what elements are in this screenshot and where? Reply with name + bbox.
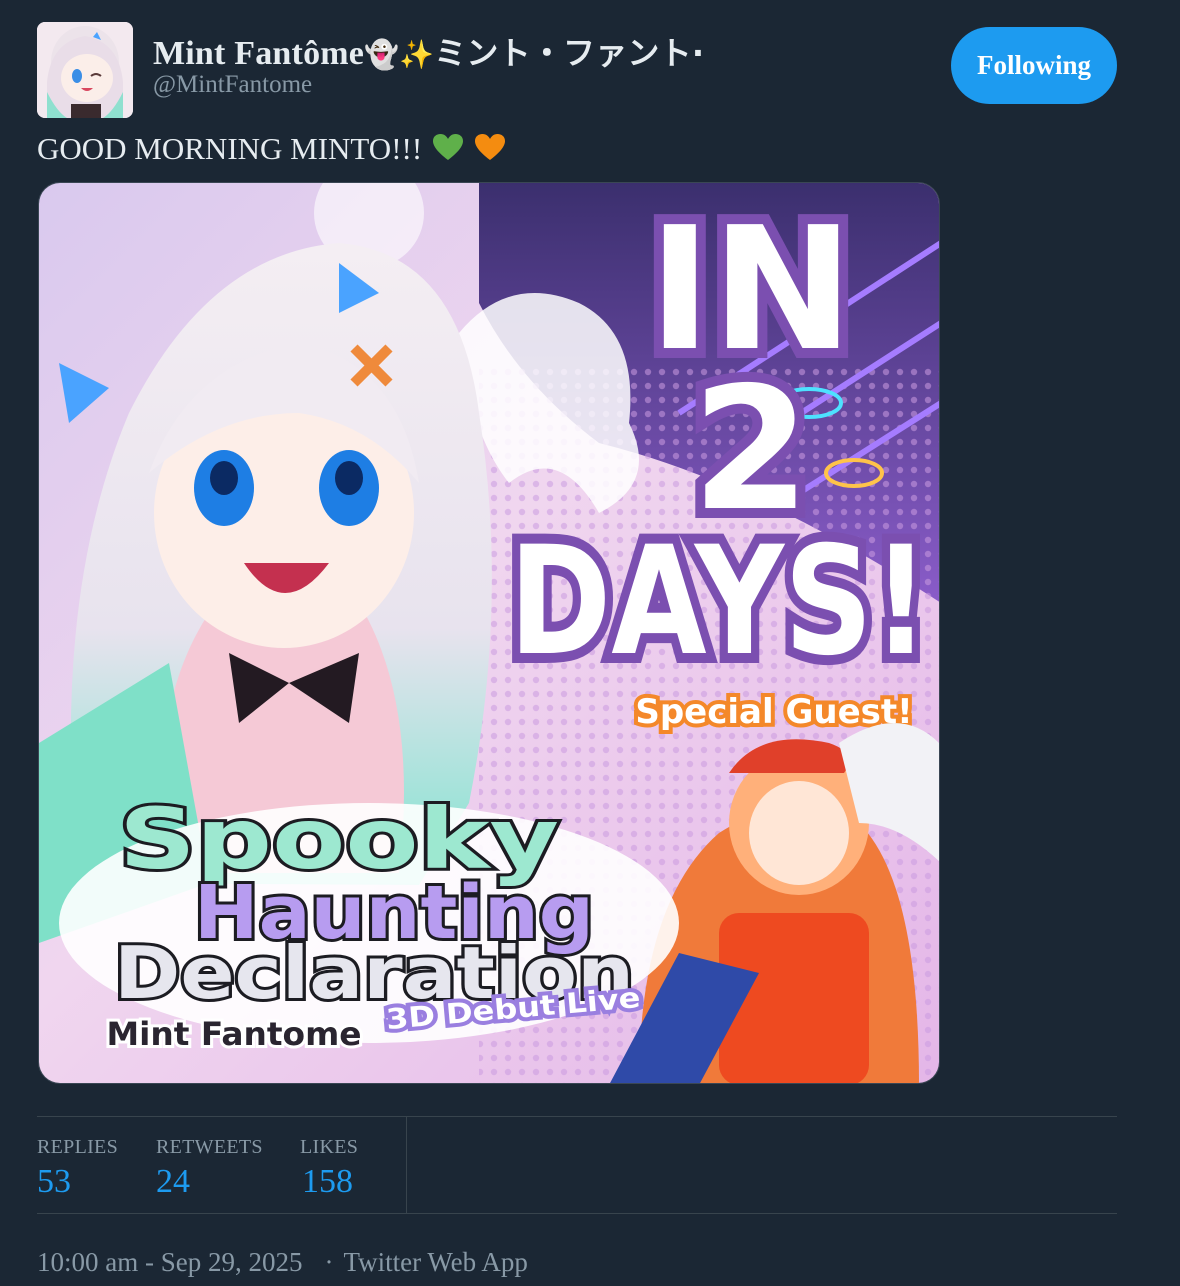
stats-bottom-divider: [37, 1213, 1117, 1214]
following-button[interactable]: Following: [951, 27, 1117, 104]
tweet-source[interactable]: Twitter Web App: [343, 1247, 527, 1277]
stats-vertical-divider: [406, 1117, 407, 1213]
display-name-text: Mint Fantôme: [153, 35, 365, 72]
likes-label: LIKES: [300, 1136, 359, 1158]
retweets-label: RETWEETS: [156, 1136, 263, 1158]
green-heart-icon: [432, 133, 464, 169]
tweet-text: GOOD MORNING MINTO!!!: [37, 131, 506, 169]
special-guest-label: Special Guest!: [635, 692, 912, 732]
replies-label: REPLIES: [37, 1136, 118, 1158]
tweet-media-image[interactable]: IN 2 DAYS! Special Guest! Spooky Hauntin…: [38, 182, 940, 1084]
avatar[interactable]: [37, 22, 133, 118]
tweet-text-body: GOOD MORNING MINTO!!!: [37, 131, 423, 166]
tweet-meta: 10:00 am - Sep 29, 2025 · Twitter Web App: [37, 1247, 528, 1278]
tweet-card: Mint Fantôme👻✨ミント・ファント· @MintFantome Fol…: [0, 0, 1180, 1286]
replies-count[interactable]: 53: [37, 1163, 71, 1201]
promo-artwork: IN 2 DAYS! Special Guest! Spooky Hauntin…: [39, 183, 939, 1083]
tweet-timestamp[interactable]: 10:00 am - Sep 29, 2025: [37, 1247, 302, 1277]
orange-heart-icon: [474, 133, 506, 169]
event-subtitle-name: Mint Fantome: [107, 1015, 362, 1053]
likes-count[interactable]: 158: [302, 1163, 353, 1201]
avatar-image: [37, 22, 133, 118]
display-name-japanese: ミント・ファント·: [434, 34, 705, 72]
display-name-emoji: 👻✨: [364, 38, 435, 71]
meta-separator: ·: [324, 1247, 334, 1277]
display-name[interactable]: Mint Fantôme👻✨ミント・ファント·: [153, 28, 704, 74]
headline-line-3: DAYS!: [509, 515, 929, 689]
retweets-count[interactable]: 24: [156, 1163, 190, 1201]
stats-top-divider: [37, 1116, 1117, 1117]
user-handle[interactable]: @MintFantome: [153, 71, 312, 99]
